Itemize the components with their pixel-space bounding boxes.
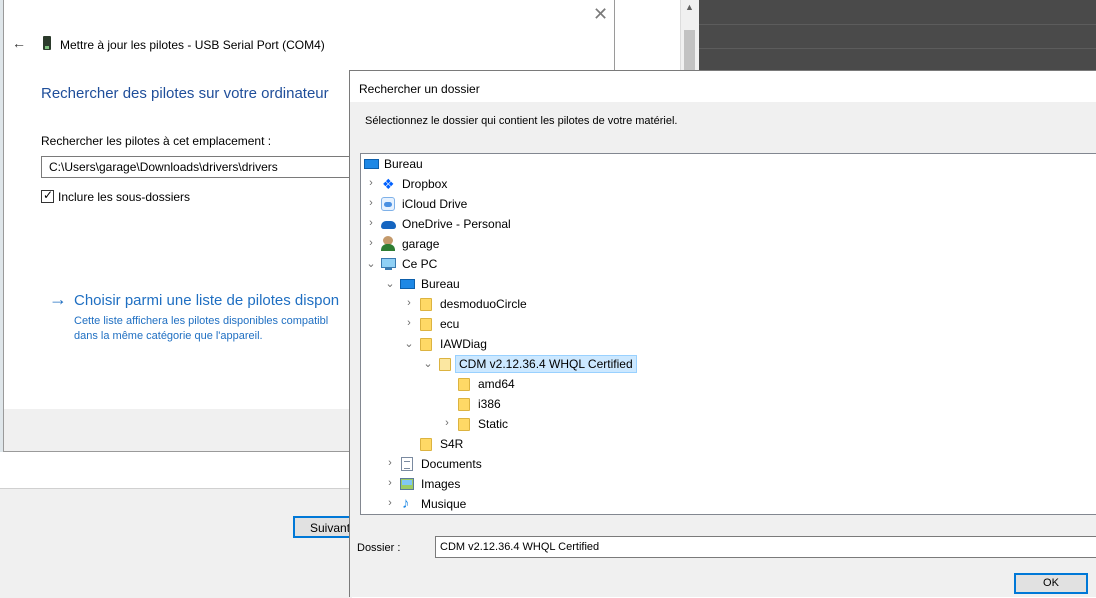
driver-path-input[interactable]: C:\Users\garage\Downloads\drivers\driver… [41, 156, 361, 178]
folder-icon [418, 296, 434, 311]
dialog-titlebar[interactable]: Rechercher un dossier [350, 71, 1096, 102]
usb-device-icon [43, 36, 51, 50]
location-label: Rechercher les pilotes à cet emplacement… [41, 134, 272, 148]
wizard-title: Mettre à jour les pilotes - USB Serial P… [60, 38, 325, 52]
folder-icon [418, 436, 434, 451]
background-scrollbar[interactable]: ▲ [680, 0, 699, 72]
back-arrow-icon[interactable]: ← [12, 35, 26, 51]
folder-icon [456, 376, 472, 391]
folder-label: Dossier : [357, 542, 401, 554]
chevron-right-icon[interactable]: › [366, 197, 376, 209]
dialog-instruction: Sélectionnez le dossier qui contient les… [365, 115, 678, 127]
desktop-icon [399, 276, 415, 291]
folder-input[interactable]: CDM v2.12.36.4 WHQL Certified [435, 536, 1096, 558]
dropbox-icon: ❖ [382, 176, 395, 192]
folder-icon [456, 416, 472, 431]
description-line: dans la même catégorie que l'appareil. [74, 330, 263, 342]
chevron-right-icon[interactable]: › [366, 177, 376, 189]
choose-driver-list-link[interactable]: Choisir parmi une liste de pilotes dispo… [74, 292, 339, 309]
ok-button[interactable]: OK [1014, 573, 1088, 594]
scroll-up-icon[interactable]: ▲ [685, 2, 694, 12]
close-icon[interactable]: ✕ [593, 4, 608, 25]
chevron-down-icon[interactable]: ⌄ [385, 277, 395, 290]
background-footer-area [0, 488, 352, 598]
browse-folder-dialog: Rechercher un dossier Sélectionnez le do… [349, 70, 1096, 597]
chevron-down-icon[interactable]: ⌄ [423, 357, 433, 370]
chevron-right-icon[interactable]: › [404, 317, 414, 329]
background-grid-line [698, 24, 1096, 25]
background-grid-line [698, 48, 1096, 49]
pc-icon [380, 256, 396, 271]
right-arrow-icon: → [49, 289, 67, 309]
music-icon: ♪ [402, 495, 410, 512]
chevron-right-icon[interactable]: › [404, 297, 414, 309]
images-icon [399, 476, 415, 491]
onedrive-icon [380, 216, 396, 231]
chevron-right-icon[interactable]: › [366, 217, 376, 229]
dialog-title: Rechercher un dossier [359, 82, 480, 96]
folder-tree[interactable]: Bureau › ❖ Dropbox › iCloud Drive › OneD… [360, 153, 1096, 515]
choose-driver-list-description: Cette liste affichera les pilotes dispon… [74, 314, 328, 344]
icloud-icon [380, 196, 396, 211]
chevron-right-icon[interactable]: › [442, 417, 452, 429]
chevron-down-icon[interactable]: ⌄ [404, 337, 414, 350]
chevron-right-icon[interactable]: › [366, 237, 376, 249]
folder-icon [418, 316, 434, 331]
include-subfolders-label: Inclure les sous-dossiers [58, 190, 191, 204]
documents-icon [399, 456, 415, 471]
folder-icon [456, 396, 472, 411]
include-subfolders-checkbox[interactable] [41, 188, 54, 203]
desktop-icon [363, 156, 379, 171]
chevron-right-icon[interactable]: › [385, 457, 395, 469]
description-line: Cette liste affichera les pilotes dispon… [74, 315, 329, 327]
background-app-area [698, 0, 1096, 72]
page-heading: Rechercher des pilotes sur votre ordinat… [41, 85, 329, 102]
folder-open-icon [437, 356, 453, 371]
chevron-down-icon[interactable]: ⌄ [366, 257, 376, 270]
folder-icon [418, 336, 434, 351]
user-icon [380, 236, 396, 251]
chevron-right-icon[interactable]: › [385, 497, 395, 509]
chevron-right-icon[interactable]: › [385, 477, 395, 489]
scroll-thumb[interactable] [684, 30, 695, 70]
